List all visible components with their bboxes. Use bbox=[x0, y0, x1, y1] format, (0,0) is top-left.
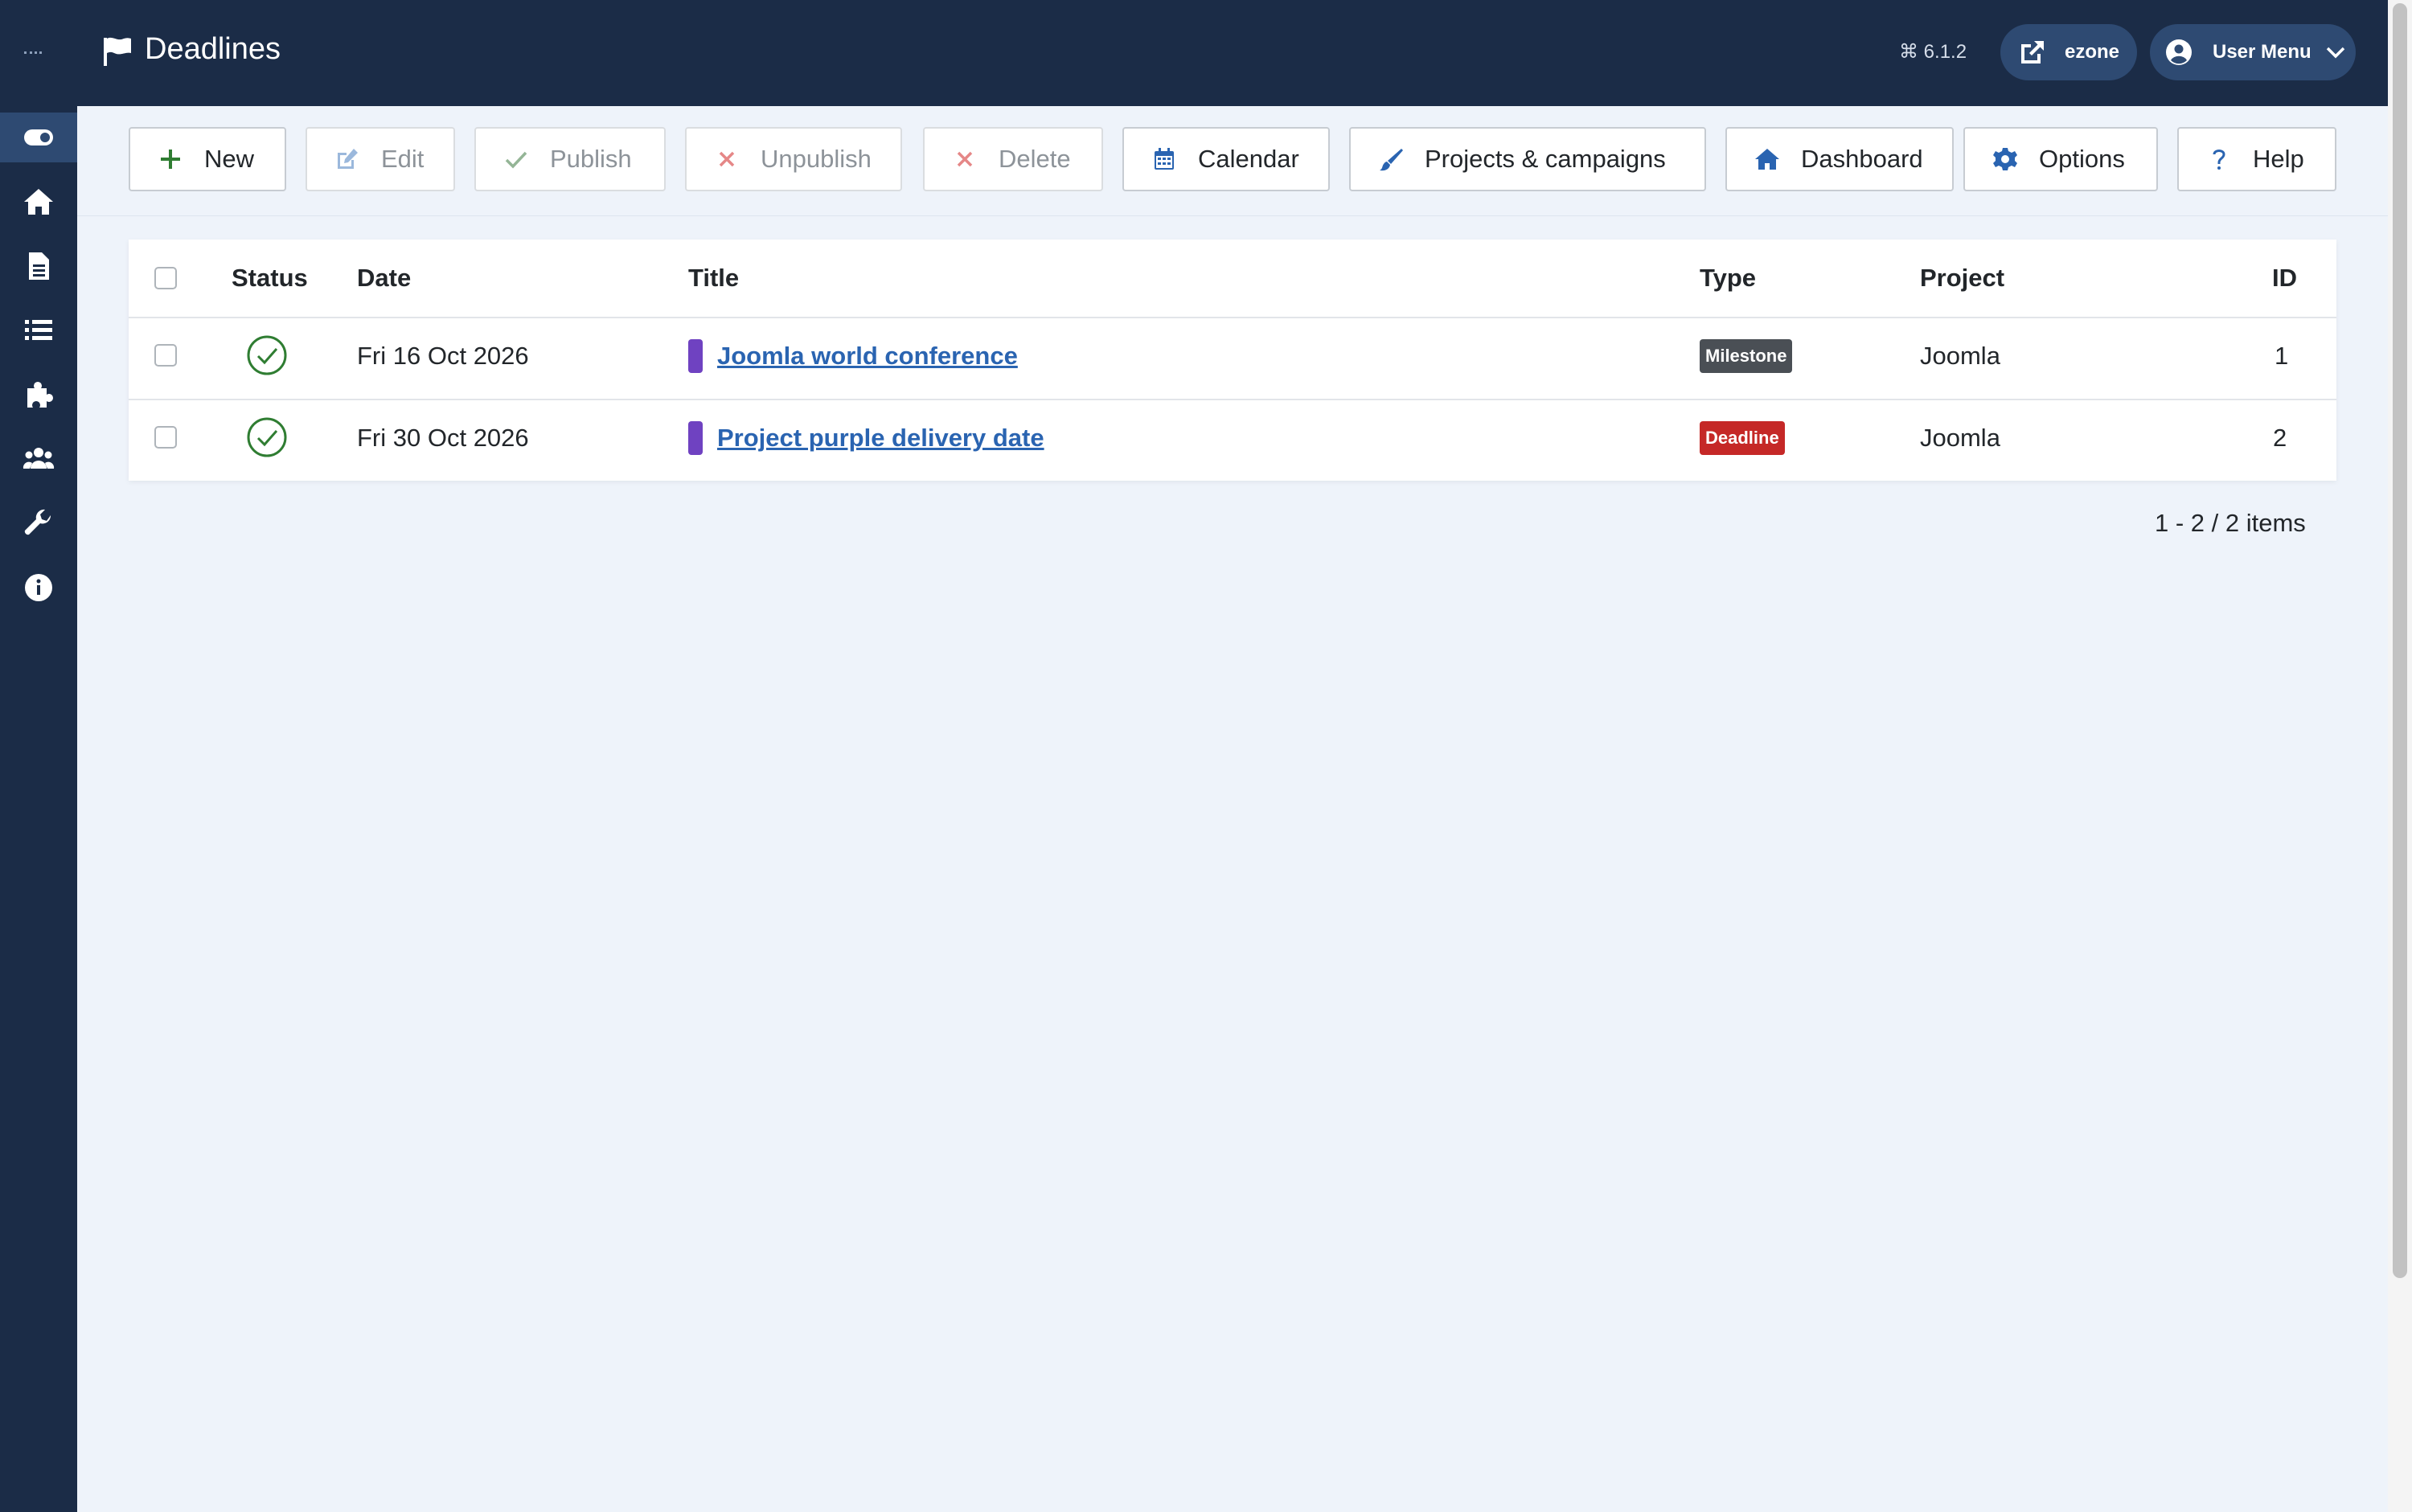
column-header-type[interactable]: Type bbox=[1700, 264, 1756, 293]
dashboard-home-icon bbox=[1755, 149, 1779, 170]
site-label: ezone bbox=[2065, 41, 2120, 63]
sidebar bbox=[0, 0, 77, 1512]
file-icon[interactable] bbox=[19, 247, 58, 285]
page-title: Deadlines bbox=[145, 32, 281, 66]
type-badge: Milestone bbox=[1700, 339, 1793, 373]
publish-button[interactable]: Publish bbox=[474, 127, 666, 191]
delete-label: Delete bbox=[999, 145, 1071, 173]
question-icon bbox=[2213, 150, 2225, 170]
gear-icon bbox=[1993, 148, 2017, 170]
external-link-icon bbox=[2021, 41, 2044, 64]
row-project: Joomla bbox=[1920, 342, 2000, 370]
options-button[interactable]: Options bbox=[1963, 127, 2158, 191]
calendar-label: Calendar bbox=[1198, 145, 1299, 173]
row-id: 1 bbox=[2275, 342, 2289, 370]
puzzle-icon[interactable] bbox=[19, 375, 58, 414]
home-icon[interactable] bbox=[19, 182, 58, 221]
row-checkbox[interactable] bbox=[154, 426, 177, 449]
edit-button[interactable]: Edit bbox=[306, 127, 455, 191]
unpublish-label: Unpublish bbox=[761, 145, 872, 173]
deadlines-table: Status Date Title Type Project ID Fri 16… bbox=[129, 240, 2336, 481]
user-menu-button[interactable]: User Menu bbox=[2150, 24, 2356, 80]
brush-icon bbox=[1380, 149, 1403, 171]
projects-campaigns-button[interactable]: Projects & campaigns bbox=[1349, 127, 1706, 191]
column-header-project[interactable]: Project bbox=[1920, 264, 2004, 293]
toggle-menu-icon bbox=[19, 118, 58, 157]
column-header-date[interactable]: Date bbox=[357, 264, 411, 293]
flag-icon bbox=[101, 35, 133, 68]
column-header-title[interactable]: Title bbox=[688, 264, 739, 293]
column-header-id[interactable]: ID bbox=[2272, 264, 2297, 293]
row-divider bbox=[129, 399, 2336, 400]
row-project: Joomla bbox=[1920, 424, 2000, 452]
header: Deadlines ⌘ 6.1.2 ezone User Menu bbox=[77, 0, 2388, 106]
row-checkbox[interactable] bbox=[154, 344, 177, 367]
info-icon[interactable] bbox=[19, 568, 58, 607]
users-icon[interactable] bbox=[19, 440, 58, 478]
user-menu-label: User Menu bbox=[2213, 41, 2312, 63]
header-divider bbox=[129, 317, 2336, 318]
new-button[interactable]: New bbox=[129, 127, 286, 191]
row-date: Fri 30 Oct 2026 bbox=[357, 424, 529, 452]
check-icon bbox=[505, 151, 527, 169]
dashboard-label: Dashboard bbox=[1801, 145, 1923, 173]
projects-campaigns-label: Projects & campaigns bbox=[1425, 145, 1666, 173]
published-check-icon[interactable] bbox=[246, 416, 288, 458]
publish-label: Publish bbox=[550, 145, 632, 173]
row-date: Fri 16 Oct 2026 bbox=[357, 342, 529, 370]
delete-times-icon bbox=[957, 151, 973, 167]
site-button[interactable]: ezone bbox=[2000, 24, 2137, 80]
version-label: ⌘ 6.1.2 bbox=[1899, 41, 1967, 63]
select-all-checkbox[interactable] bbox=[154, 267, 177, 289]
help-label: Help bbox=[2253, 145, 2304, 173]
plus-icon bbox=[161, 150, 180, 169]
help-button[interactable]: Help bbox=[2177, 127, 2336, 191]
row-id: 2 bbox=[2273, 424, 2287, 452]
sidebar-toggle[interactable] bbox=[0, 113, 77, 162]
category-color-bar bbox=[688, 421, 703, 455]
pagination-summary: 1 - 2 / 2 items bbox=[2155, 509, 2306, 537]
row-title-link[interactable]: Project purple delivery date bbox=[717, 424, 1044, 453]
calendar-icon bbox=[1155, 148, 1174, 170]
toolbar: New Edit Publish Unpublish Delete Calend… bbox=[77, 106, 2388, 216]
unpublish-button[interactable]: Unpublish bbox=[685, 127, 902, 191]
user-circle-icon bbox=[2166, 39, 2192, 65]
edit-label: Edit bbox=[381, 145, 425, 173]
edit-icon bbox=[338, 149, 358, 169]
dashboard-button[interactable]: Dashboard bbox=[1725, 127, 1954, 191]
row-title-link[interactable]: Joomla world conference bbox=[717, 342, 1018, 371]
delete-button[interactable]: Delete bbox=[923, 127, 1103, 191]
options-label: Options bbox=[2039, 145, 2125, 173]
published-check-icon[interactable] bbox=[246, 334, 288, 376]
scrollbar-thumb[interactable] bbox=[2393, 3, 2407, 1278]
column-header-status[interactable]: Status bbox=[232, 264, 308, 293]
version-number: 6.1.2 bbox=[1923, 41, 1967, 63]
type-badge: Deadline bbox=[1700, 421, 1785, 455]
category-color-bar bbox=[688, 339, 703, 373]
new-label: New bbox=[204, 145, 255, 173]
list-icon[interactable] bbox=[19, 311, 58, 350]
logo bbox=[24, 51, 42, 56]
times-icon bbox=[719, 151, 735, 167]
calendar-button[interactable]: Calendar bbox=[1122, 127, 1330, 191]
chevron-down-icon bbox=[2326, 47, 2344, 59]
wrench-icon[interactable] bbox=[19, 504, 58, 543]
